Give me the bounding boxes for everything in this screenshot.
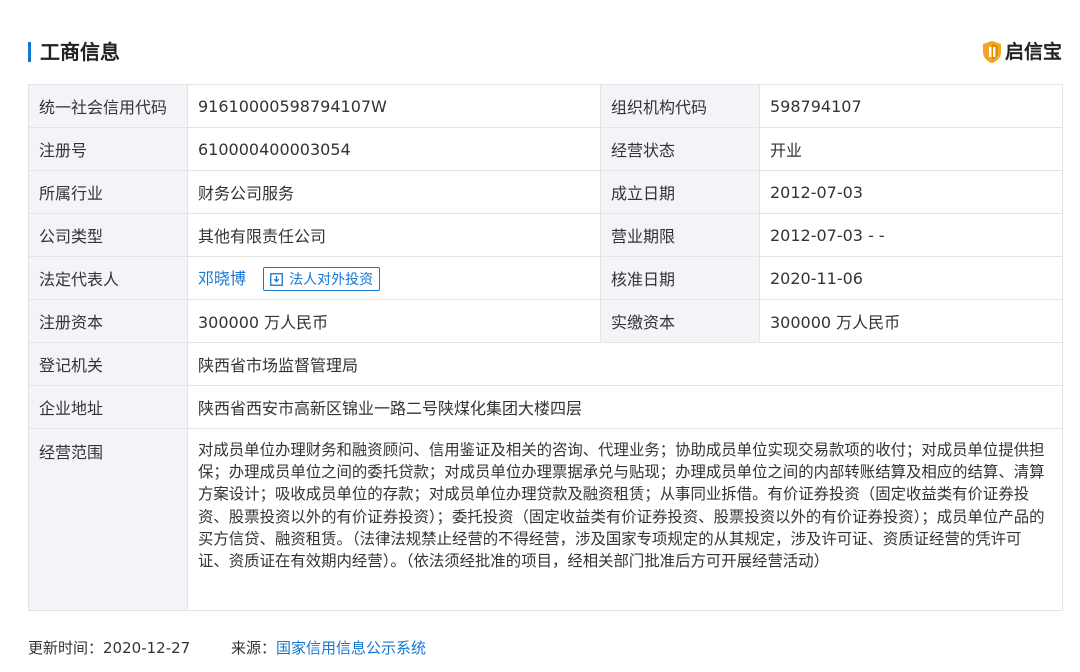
section-header: 工商信息 启信宝	[28, 36, 1062, 68]
credit-code-value: 91610000598794107W	[187, 84, 601, 128]
company-type-label: 公司类型	[28, 213, 188, 257]
reg-capital-value: 300000 万人民币	[187, 299, 601, 343]
reg-capital-label: 注册资本	[28, 299, 188, 343]
rep-investment-button[interactable]: 法人对外投资	[263, 267, 381, 292]
industry-value: 财务公司服务	[187, 170, 601, 214]
brand-logo[interactable]: 启信宝	[981, 38, 1062, 66]
table-row: 企业地址 陕西省西安市高新区锦业一路二号陕煤化集团大楼四层	[28, 385, 1063, 429]
updated-label: 更新时间：	[28, 639, 104, 657]
address-label: 企业地址	[28, 385, 188, 429]
table-row: 注册号 610000400003054 经营状态 开业	[28, 127, 1063, 171]
paid-capital-label: 实缴资本	[600, 299, 760, 343]
term-value: 2012-07-03 - -	[759, 213, 1063, 257]
reg-no-label: 注册号	[28, 127, 188, 171]
download-box-icon	[270, 272, 284, 286]
table-row: 登记机关 陕西省市场监督管理局	[28, 342, 1063, 386]
company-type-value: 其他有限责任公司	[187, 213, 601, 257]
address-value: 陕西省西安市高新区锦业一路二号陕煤化集团大楼四层	[187, 385, 1063, 429]
credit-code-label: 统一社会信用代码	[28, 84, 188, 128]
brand-name: 启信宝	[1004, 41, 1062, 63]
table-row: 法定代表人 邓晓博 法人对外投资 核准日期 2020-11-06	[28, 256, 1063, 300]
approved-value: 2020-11-06	[759, 256, 1063, 300]
authority-label: 登记机关	[28, 342, 188, 386]
scope-cell: 对成员单位办理财务和融资顾问、信用鉴证及相关的咨询、代理业务；协助成员单位实现交…	[187, 428, 1063, 611]
updated-value: 2020-12-27	[103, 639, 191, 657]
rep-investment-label: 法人对外投资	[289, 272, 374, 289]
org-code-label: 组织机构代码	[600, 84, 760, 128]
source-link[interactable]: 国家信用信息公示系统	[276, 639, 426, 657]
legal-rep-label: 法定代表人	[28, 256, 188, 300]
founded-label: 成立日期	[600, 170, 760, 214]
industry-label: 所属行业	[28, 170, 188, 214]
approved-label: 核准日期	[600, 256, 760, 300]
table-row: 经营范围 对成员单位办理财务和融资顾问、信用鉴证及相关的咨询、代理业务；协助成员…	[28, 428, 1063, 611]
status-label: 经营状态	[600, 127, 760, 171]
legal-rep-cell: 邓晓博 法人对外投资	[187, 256, 601, 300]
term-label: 营业期限	[600, 213, 760, 257]
scope-label: 经营范围	[28, 428, 188, 611]
shield-q-icon	[982, 41, 1001, 63]
reg-no-value: 610000400003054	[187, 127, 601, 171]
authority-value: 陕西省市场监督管理局	[187, 342, 1063, 386]
source-label: 来源：	[230, 639, 276, 657]
section-title: 工商信息	[40, 40, 120, 64]
table-row: 统一社会信用代码 91610000598794107W 组织机构代码 59879…	[28, 84, 1063, 128]
org-code-value: 598794107	[759, 84, 1063, 128]
legal-rep-link[interactable]: 邓晓博	[198, 269, 246, 288]
table-row: 所属行业 财务公司服务 成立日期 2012-07-03	[28, 170, 1063, 214]
paid-capital-value: 300000 万人民币	[759, 299, 1063, 343]
title-accent-bar	[28, 42, 31, 62]
table-row: 注册资本 300000 万人民币 实缴资本 300000 万人民币	[28, 299, 1063, 343]
business-info-table: 统一社会信用代码 91610000598794107W 组织机构代码 59879…	[28, 84, 1063, 611]
scope-value: 对成员单位办理财务和融资顾问、信用鉴证及相关的咨询、代理业务；协助成员单位实现交…	[198, 441, 1045, 571]
founded-value: 2012-07-03	[759, 170, 1063, 214]
table-row: 公司类型 其他有限责任公司 营业期限 2012-07-03 - -	[28, 213, 1063, 257]
footer: 更新时间：2020-12-27 来源：国家信用信息公示系统	[28, 636, 426, 660]
status-value: 开业	[759, 127, 1063, 171]
